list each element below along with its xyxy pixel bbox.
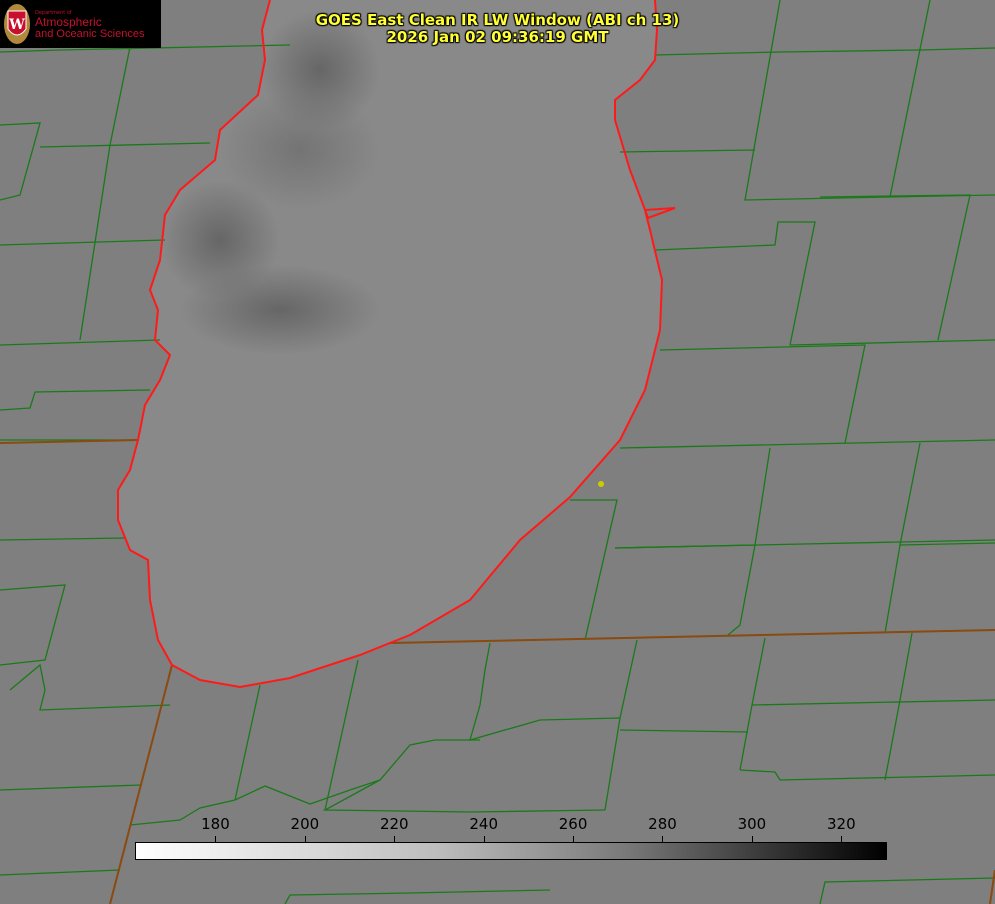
aos-logo: W Department of Atmospheric and Oceanic … <box>0 0 161 48</box>
svg-text:W: W <box>8 17 25 33</box>
colorbar-tick-label: 260 <box>558 815 588 833</box>
satellite-image-viewer: W Department of Atmospheric and Oceanic … <box>0 0 995 904</box>
uw-shield-icon: W <box>4 4 30 44</box>
logo-line1: Atmospheric <box>35 15 102 29</box>
colorbar-tick-label: 200 <box>290 815 320 833</box>
colorbar-tick-label: 300 <box>737 815 767 833</box>
satellite-map <box>0 0 995 904</box>
colorbar-tick-label: 240 <box>469 815 498 833</box>
image-title: GOES East Clean IR LW Window (ABI ch 13)… <box>300 12 695 46</box>
colorbar <box>135 842 887 860</box>
colorbar-tick-label: 320 <box>826 815 856 833</box>
colorbar-tick-label: 220 <box>379 815 409 833</box>
colorbar-tick-label: 180 <box>201 815 230 833</box>
colorbar-tick-label: 280 <box>648 815 677 833</box>
location-marker <box>598 481 604 487</box>
logo-line2: and Oceanic Sciences <box>35 28 145 40</box>
title-product: GOES East Clean IR LW Window (ABI ch 13) <box>315 11 680 29</box>
title-timestamp: 2026 Jan 02 09:36:19 GMT <box>386 28 609 46</box>
